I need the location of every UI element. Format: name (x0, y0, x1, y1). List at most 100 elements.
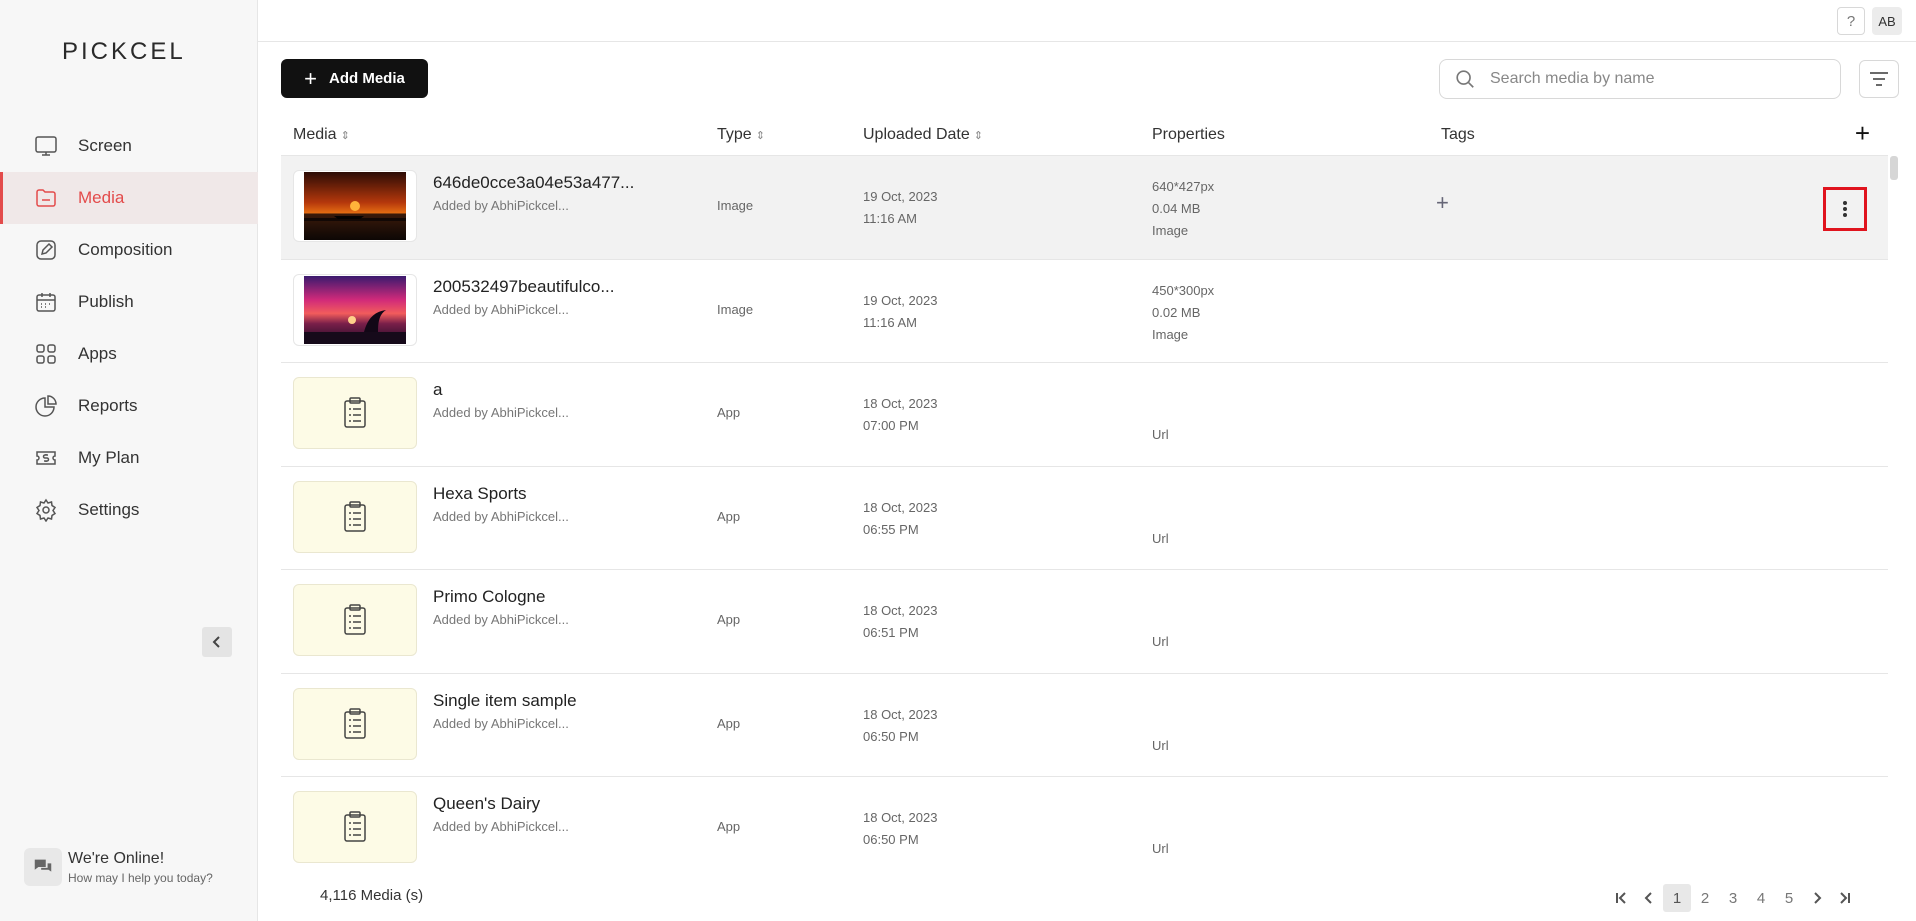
media-thumbnail[interactable] (293, 687, 417, 760)
column-header-media[interactable]: Media ⇕ (293, 126, 350, 144)
time-text: 07:00 PM (863, 418, 919, 433)
table-row[interactable]: Hexa Sports Added by AbhiPickcel... App … (281, 467, 1888, 570)
avatar[interactable]: AB (1872, 7, 1902, 35)
calendar-icon (34, 290, 58, 314)
date-text: 18 Oct, 2023 (863, 396, 938, 411)
size-text: 0.04 MB (1152, 201, 1201, 216)
search-box[interactable] (1439, 59, 1841, 99)
media-url-property: Url (1152, 427, 1169, 442)
date-text: 18 Oct, 2023 (863, 706, 938, 722)
page-1-button[interactable]: 1 (1663, 884, 1691, 912)
table-row[interactable]: Single item sample Added by AbhiPickcel.… (281, 674, 1888, 777)
sort-icon: ⇕ (755, 129, 765, 142)
sidebar-item-apps[interactable]: Apps (0, 328, 258, 380)
table-scrollbar[interactable] (1890, 156, 1898, 180)
sidebar: PICKCEL Screen Media Composition Publish… (0, 0, 258, 921)
column-label: Tags (1441, 126, 1475, 143)
plus-icon: + (304, 65, 317, 91)
column-header-uploaded-date[interactable]: Uploaded Date ⇕ (863, 126, 983, 144)
collapse-sidebar-button[interactable] (202, 627, 232, 657)
media-added-by: Added by AbhiPickcel... (433, 301, 569, 317)
sidebar-item-screen[interactable]: Screen (0, 120, 258, 172)
media-uploaded-date: 18 Oct, 2023 06:55 PM (863, 497, 937, 541)
sidebar-item-settings[interactable]: Settings (0, 484, 258, 536)
column-label: Type (717, 126, 752, 143)
sort-icon: ⇕ (973, 129, 983, 142)
media-thumbnail[interactable] (293, 170, 417, 242)
chat-widget[interactable]: We're Online! How may I help you today? (24, 848, 213, 886)
sidebar-item-composition[interactable]: Composition (0, 224, 258, 276)
date-text: 19 Oct, 2023 (863, 292, 938, 308)
media-thumbnail[interactable] (293, 480, 417, 553)
table-row[interactable]: 646de0cce3a04e53a477... Added by AbhiPic… (281, 156, 1888, 260)
sidebar-item-label: Reports (78, 396, 138, 415)
prev-page-button[interactable] (1635, 884, 1663, 912)
chat-title: We're Online! (68, 849, 165, 867)
media-uploaded-date: 18 Oct, 2023 06:50 PM (863, 807, 937, 851)
page-5-button[interactable]: 5 (1775, 884, 1803, 912)
first-page-icon (1616, 892, 1626, 904)
page-3-button[interactable]: 3 (1719, 884, 1747, 912)
media-properties: 450*300px 0.02 MB Image (1152, 280, 1214, 346)
media-uploaded-date: 18 Oct, 2023 07:00 PM (863, 393, 937, 437)
app: PICKCEL Screen Media Composition Publish… (0, 0, 1916, 921)
media-thumbnail[interactable] (293, 791, 417, 863)
column-label: Media (293, 126, 337, 143)
table-row[interactable]: Queen's Dairy Added by AbhiPickcel... Ap… (281, 777, 1888, 876)
pink-sunset-thumbnail-image (304, 275, 406, 344)
add-tag-button[interactable]: + (1436, 190, 1449, 216)
row-actions-menu-button[interactable] (1823, 187, 1867, 231)
table-row[interactable]: Primo Cologne Added by AbhiPickcel... Ap… (281, 570, 1888, 674)
search-input[interactable] (1490, 70, 1820, 88)
app-document-icon (344, 397, 366, 428)
table-row[interactable]: a Added by AbhiPickcel... App 18 Oct, 20… (281, 363, 1888, 467)
media-name: Hexa Sports (433, 483, 527, 503)
last-page-icon (1840, 892, 1850, 904)
sidebar-item-publish[interactable]: Publish (0, 276, 258, 328)
column-label: Properties (1152, 126, 1225, 143)
time-text: 06:51 PM (863, 625, 919, 640)
media-name: 646de0cce3a04e53a477... (433, 173, 635, 192)
media-added-by: Added by AbhiPickcel... (433, 819, 569, 834)
media-added-by: Added by AbhiPickcel... (433, 612, 569, 627)
media-added-by: Added by AbhiPickcel... (433, 715, 569, 731)
column-header-tags: Tags (1441, 126, 1475, 144)
column-label: Uploaded Date (863, 126, 970, 143)
media-uploaded-date: 19 Oct, 2023 11:16 AM (863, 290, 937, 334)
media-type: Image (717, 301, 754, 317)
date-text: 18 Oct, 2023 (863, 810, 938, 825)
media-thumbnail[interactable] (293, 584, 417, 656)
filter-button[interactable] (1859, 60, 1899, 98)
media-type: App (717, 715, 741, 731)
sidebar-nav: Screen Media Composition Publish Apps Re… (0, 120, 258, 536)
app-document-icon (344, 811, 366, 842)
add-column-button[interactable]: + (1855, 118, 1870, 149)
media-added-by: Added by AbhiPickcel... (433, 508, 569, 524)
media-thumbnail[interactable] (293, 273, 417, 346)
page-4-button[interactable]: 4 (1747, 884, 1775, 912)
last-page-button[interactable] (1831, 884, 1859, 912)
sidebar-item-my-plan[interactable]: My Plan (0, 432, 258, 484)
column-header-type[interactable]: Type ⇕ (717, 126, 765, 144)
media-count: 4,116 Media (s) (320, 887, 424, 904)
media-url-property: Url (1152, 634, 1169, 649)
media-uploaded-date: 18 Oct, 2023 06:51 PM (863, 600, 937, 644)
gear-icon (34, 498, 58, 522)
media-thumbnail[interactable] (293, 377, 417, 449)
property-type-text: Image (1152, 223, 1189, 238)
page-2-button[interactable]: 2 (1691, 884, 1719, 912)
sidebar-item-media[interactable]: Media (0, 172, 258, 224)
first-page-button[interactable] (1607, 884, 1635, 912)
dimensions-text: 640*427px (1152, 179, 1215, 194)
sidebar-item-reports[interactable]: Reports (0, 380, 258, 432)
table-row[interactable]: 200532497beautifulco... Added by AbhiPic… (281, 260, 1888, 363)
add-media-button[interactable]: + Add Media (281, 59, 428, 98)
time-text: 06:50 PM (863, 728, 919, 744)
app-document-icon (344, 500, 366, 532)
logo: PICKCEL (62, 38, 186, 65)
next-page-button[interactable] (1803, 884, 1831, 912)
media-name: a (433, 380, 443, 399)
dimensions-text: 450*300px (1152, 282, 1215, 298)
media-name: Primo Cologne (433, 587, 546, 606)
help-button[interactable]: ? (1837, 7, 1865, 35)
